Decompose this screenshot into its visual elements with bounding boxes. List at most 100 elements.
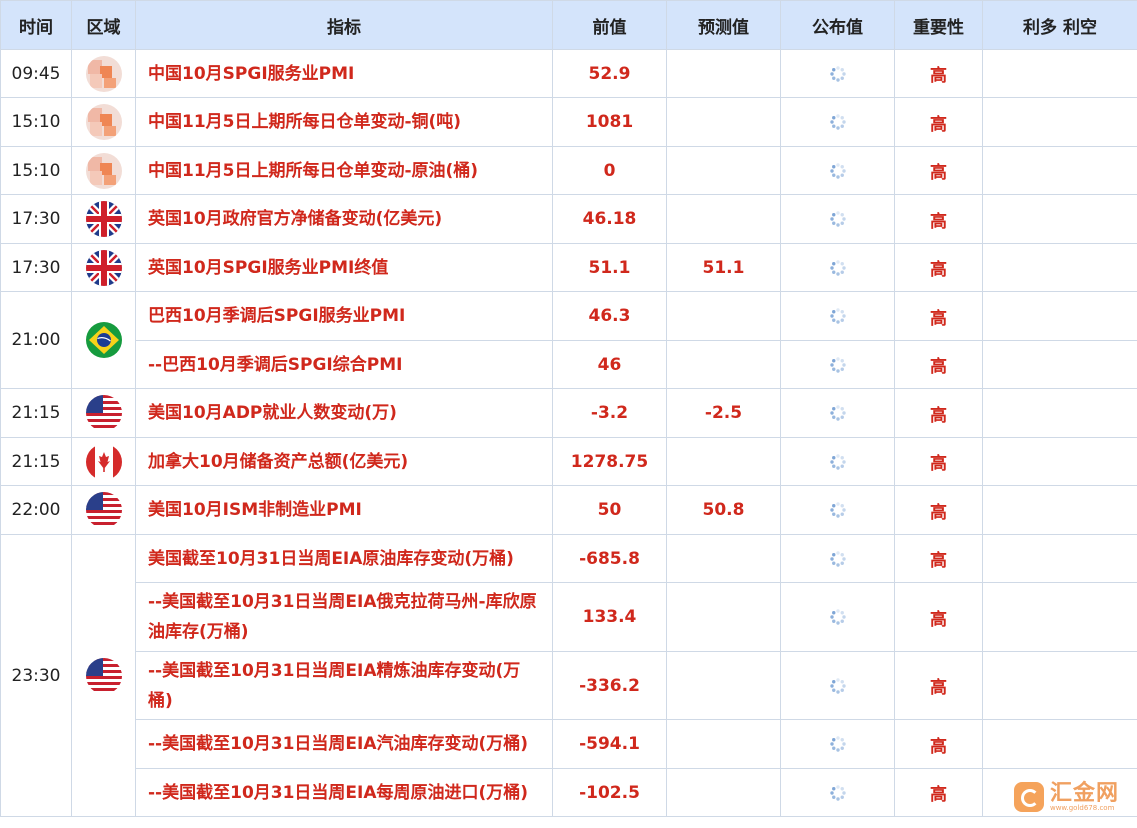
previous-value-cell: -336.2 [552,651,667,720]
importance-cell: 高 [894,243,983,292]
impact-cell [982,582,1137,652]
indicator-cell[interactable]: --美国截至10月31日当周EIA每周原油进口(万桶) [135,768,553,817]
table-row[interactable]: 21:15 美国10月ADP就业人数变动(万) -3.2 -2.5 高 [0,388,1137,438]
indicator-cell[interactable]: 美国10月ADP就业人数变动(万) [135,388,553,438]
impact-cell [982,340,1137,389]
watermark-name: 汇金网 [1049,780,1119,806]
loading-spinner-icon [829,307,847,325]
col-header-indicator: 指标 [135,0,553,50]
impact-cell [982,388,1137,438]
forecast-value-cell [666,340,781,389]
table-row[interactable]: --美国截至10月31日当周EIA俄克拉荷马州-库欣原油库存(万桶) 133.4 高 [1,582,1137,652]
indicator-cell[interactable]: --美国截至10月31日当周EIA精炼油库存变动(万桶) [135,651,553,720]
forecast-value-cell [666,651,781,720]
country-flag-icon [85,152,122,189]
forecast-value-cell [666,534,781,583]
indicator-cell[interactable]: 美国截至10月31日当周EIA原油库存变动(万桶) [135,534,553,583]
table-row[interactable]: --巴西10月季调后SPGI综合PMI 46 高 [1,340,1137,389]
indicator-cell[interactable]: --美国截至10月31日当周EIA俄克拉荷马州-库欣原油库存(万桶) [135,582,553,652]
indicator-cell[interactable]: 中国11月5日上期所每日仓单变动-铜(吨) [135,97,553,147]
published-value-cell [780,719,895,769]
col-header-impact: 利多 利空 [982,0,1137,50]
forecast-value-cell [666,194,781,244]
previous-value-cell: 1081 [552,97,667,147]
indicator-cell[interactable]: --美国截至10月31日当周EIA汽油库存变动(万桶) [135,719,553,769]
published-value-cell [780,437,895,486]
table-row[interactable]: --美国截至10月31日当周EIA精炼油库存变动(万桶) -336.2 高 [1,651,1137,720]
loading-spinner-icon [829,162,847,180]
published-value-cell [780,582,895,652]
importance-cell: 高 [894,768,983,817]
table-row[interactable]: 22:00 美国10月ISM非制造业PMI 50 50.8 高 [0,485,1137,535]
region-cell [71,291,136,389]
indicator-cell[interactable]: 加拿大10月储备资产总额(亿美元) [135,437,553,486]
indicator-cell[interactable]: --巴西10月季调后SPGI综合PMI [135,340,553,389]
col-header-region: 区域 [71,0,136,50]
table-row[interactable]: 21:00 巴西10月季调后SPGI服务业PMI 46.3 高 [0,291,1137,389]
impact-cell [982,243,1137,292]
indicator-cell[interactable]: 巴西10月季调后SPGI服务业PMI [135,291,553,341]
indicator-cell[interactable]: 美国10月ISM非制造业PMI [135,485,553,535]
loading-spinner-icon [829,453,847,471]
loading-spinner-icon [829,608,847,626]
table-row[interactable]: 15:10 中国11月5日上期所每日仓单变动-铜(吨) 1081 高 [0,97,1137,147]
impact-cell [982,437,1137,486]
region-cell [71,146,136,195]
published-value-cell [780,97,895,147]
time-cell: 22:00 [0,485,72,535]
region-cell [71,243,136,292]
table-row[interactable]: 09:45 中国10月SPGI服务业PMI 52.9 高 [0,49,1137,98]
table-row[interactable]: --美国截至10月31日当周EIA每周原油进口(万桶) -102.5 高 [1,768,1137,817]
indicator-cell[interactable]: 英国10月SPGI服务业PMI终值 [135,243,553,292]
impact-cell [982,719,1137,769]
table-row[interactable]: 17:30 英国10月政府官方净储备变动(亿美元) 46.18 高 [0,194,1137,244]
country-flag-icon [85,55,122,92]
watermark-icon [1013,782,1044,812]
importance-cell: 高 [894,485,983,535]
importance-cell: 高 [894,291,983,341]
country-flag-icon [85,201,122,237]
table-row[interactable]: 23:30 美国截至10月31日当周EIA原油库存变动(万桶) -685.8 高 [0,534,1137,817]
previous-value-cell: 51.1 [552,243,667,292]
previous-value-cell: 1278.75 [552,437,667,486]
table-row[interactable]: --美国截至10月31日当周EIA汽油库存变动(万桶) -594.1 高 [1,719,1137,769]
impact-cell [982,291,1137,341]
forecast-value-cell [666,97,781,147]
indicator-cell[interactable]: 英国10月政府官方净储备变动(亿美元) [135,194,553,244]
previous-value-cell: -102.5 [552,768,667,817]
time-cell: 17:30 [0,194,72,244]
forecast-value-cell: 50.8 [666,485,781,535]
forecast-value-cell [666,437,781,486]
published-value-cell [780,651,895,720]
time-cell: 09:45 [0,49,72,98]
watermark-url: www.gold678.com [1049,803,1115,812]
impact-cell [982,651,1137,720]
previous-value-cell: 0 [552,146,667,195]
previous-value-cell: -3.2 [552,388,667,438]
table-row[interactable]: 17:30 英国10月SPGI服务业PMI终值 51.1 51.1 高 [0,243,1137,292]
impact-cell [982,97,1137,147]
indicator-cell[interactable]: 中国11月5日上期所每日仓单变动-原油(桶) [135,146,553,195]
table-row[interactable]: 21:15 加拿大10月储备资产总额(亿美元) 1278.75 高 [0,437,1137,486]
impact-cell [982,534,1137,583]
published-value-cell [780,388,895,438]
loading-spinner-icon [829,501,847,519]
region-cell [71,534,136,817]
loading-spinner-icon [829,735,847,753]
indicator-cell[interactable]: 中国10月SPGI服务业PMI [135,49,553,98]
loading-spinner-icon [829,404,847,422]
loading-spinner-icon [829,550,847,568]
published-value-cell [780,768,895,817]
previous-value-cell: 46.3 [552,291,667,341]
published-value-cell [780,534,895,583]
impact-cell [982,485,1137,535]
loading-spinner-icon [829,677,847,695]
published-value-cell [780,49,895,98]
previous-value-cell: 52.9 [552,49,667,98]
table-row[interactable]: 15:10 中国11月5日上期所每日仓单变动-原油(桶) 0 高 [0,146,1137,195]
previous-value-cell: -594.1 [552,719,667,769]
time-cell: 21:15 [0,388,72,438]
importance-cell: 高 [894,194,983,244]
economic-calendar-table: 时间 区域 指标 前值 预测值 公布值 重要性 利多 利空 09:45 中国10月… [0,0,1137,817]
loading-spinner-icon [829,356,847,374]
